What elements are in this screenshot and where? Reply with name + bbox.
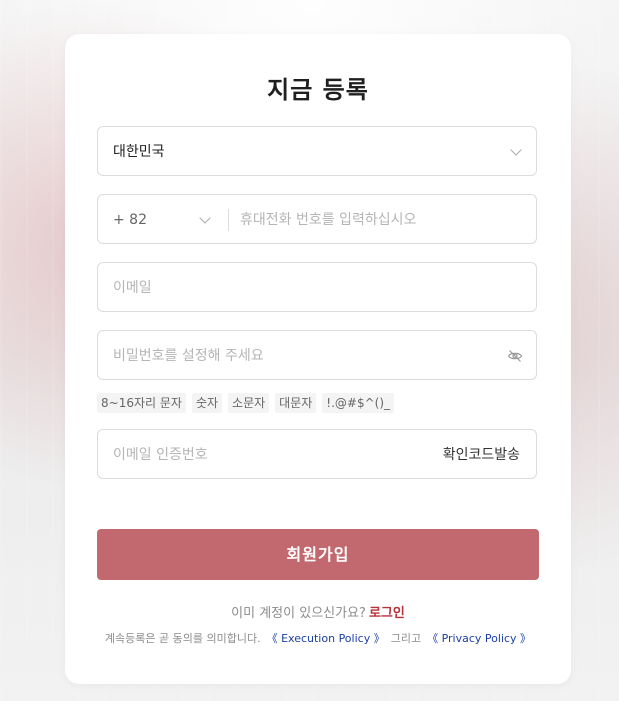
have-account-line: 이미 계정이 있으신가요? 로그인: [65, 602, 571, 621]
email-code-input[interactable]: 이메일 인증번호: [113, 430, 208, 480]
page-title: 지금 등록: [267, 76, 369, 104]
country-value: 대한민국: [113, 144, 165, 160]
privacy-policy-link[interactable]: 《 Privacy Policy 》: [427, 632, 531, 645]
password-field[interactable]: 비밀번호를 설정해 주세요: [97, 330, 537, 380]
country-select[interactable]: 대한민국: [97, 126, 537, 176]
and-text: 그리고: [390, 632, 422, 645]
login-link[interactable]: 로그인: [369, 606, 405, 621]
register-card: 지금 등록 대한민국 + 82 휴대전화 번호를 입력하십시오 이메일 비밀번호…: [65, 34, 571, 684]
email-code-field[interactable]: 이메일 인증번호 확인코드발송: [97, 429, 537, 479]
eye-off-icon[interactable]: [507, 348, 523, 364]
rule-length: 8~16자리 문자: [97, 393, 186, 413]
rule-symbols: !.@#$^()_: [322, 393, 395, 413]
password-input[interactable]: 비밀번호를 설정해 주세요: [113, 331, 264, 381]
have-account-text: 이미 계정이 있으신가요?: [231, 606, 366, 621]
send-code-button[interactable]: 확인코드발송: [443, 430, 520, 480]
agree-text: 계속등록은 곧 동의를 의미합니다.: [104, 632, 261, 645]
email-field[interactable]: 이메일: [97, 262, 537, 312]
password-rules: 8~16자리 문자 숫자 소문자 대문자 !.@#$^()_: [97, 393, 395, 413]
execution-policy-link[interactable]: 《 Execution Policy 》: [267, 632, 385, 645]
phone-field: + 82 휴대전화 번호를 입력하십시오: [97, 194, 537, 244]
register-button[interactable]: 회원가입: [97, 529, 539, 580]
country-code-chevron-down-icon[interactable]: [199, 212, 211, 224]
phone-input[interactable]: 휴대전화 번호를 입력하십시오: [240, 195, 416, 245]
rule-uppercase: 대문자: [275, 393, 317, 413]
country-code-select[interactable]: + 82: [113, 195, 147, 245]
phone-divider: [228, 209, 229, 231]
chevron-down-icon: [510, 144, 522, 156]
rule-number: 숫자: [191, 393, 223, 413]
email-input[interactable]: 이메일: [113, 263, 152, 313]
policy-line: 계속등록은 곧 동의를 의미합니다. 《 Execution Policy 》 그리…: [65, 630, 571, 646]
rule-lowercase: 소문자: [228, 393, 270, 413]
